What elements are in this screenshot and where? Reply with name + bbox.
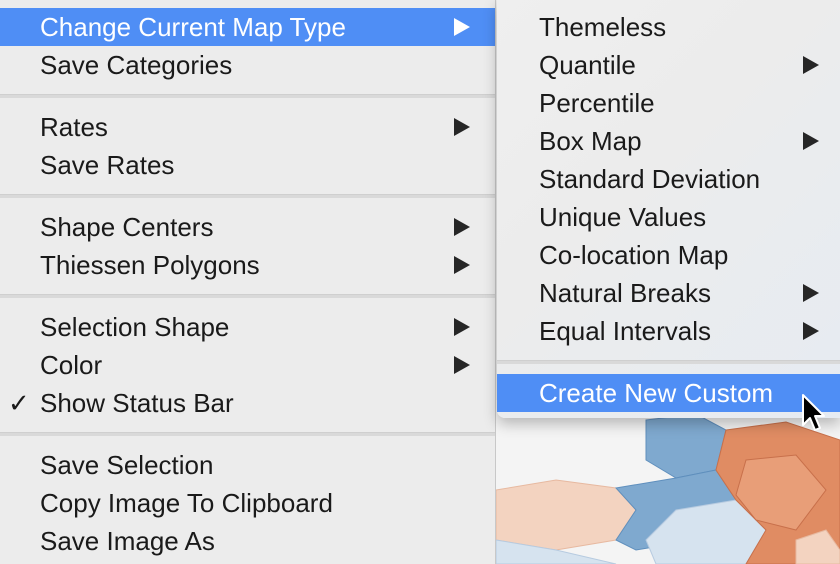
menu-item-label: Unique Values (539, 202, 707, 232)
context-menu: Change Current Map Type Save Categories … (0, 0, 496, 564)
menu-item-label: Change Current Map Type (40, 12, 346, 42)
check-icon: ✓ (8, 388, 30, 418)
menu-item-save-rates[interactable]: Save Rates (0, 146, 495, 184)
chevron-right-icon (452, 346, 472, 384)
menu-item-label: Thiessen Polygons (40, 250, 260, 280)
chevron-right-icon (452, 208, 472, 246)
menu-item-label: Show Status Bar (40, 388, 234, 418)
menu-item-label: Save Categories (40, 50, 233, 80)
menu-item-color[interactable]: Color (0, 346, 495, 384)
menu-item-label: Percentile (539, 88, 655, 118)
submenu-item-quantile[interactable]: Quantile (497, 46, 840, 84)
menu-item-label: Save Selection (40, 450, 214, 480)
choropleth-map (496, 400, 840, 564)
chevron-right-icon (801, 312, 821, 350)
menu-item-label: Co-location Map (539, 240, 729, 270)
menu-item-save-selection[interactable]: Save Selection (0, 446, 495, 484)
menu-separator (497, 360, 840, 364)
menu-item-save-image-as[interactable]: Save Image As (0, 522, 495, 560)
menu-item-label: Color (40, 350, 103, 380)
menu-item-thiessen-polygons[interactable]: Thiessen Polygons (0, 246, 495, 284)
menu-item-selection-shape[interactable]: Selection Shape (0, 308, 495, 346)
menu-item-label: Copy Image To Clipboard (40, 488, 333, 518)
submenu-item-create-new-custom[interactable]: Create New Custom (497, 374, 840, 412)
submenu-item-natural-breaks[interactable]: Natural Breaks (497, 274, 840, 312)
submenu-item-box-map[interactable]: Box Map (497, 122, 840, 160)
chevron-right-icon (452, 8, 472, 46)
mouse-pointer-icon (802, 394, 825, 431)
menu-separator (0, 194, 495, 198)
menu-item-label: Create New Custom (539, 378, 774, 408)
menu-separator (0, 432, 495, 436)
map-background (496, 400, 840, 564)
chevron-right-icon (801, 274, 821, 312)
menu-item-change-current-map-type[interactable]: Change Current Map Type (0, 8, 495, 46)
submenu-item-equal-intervals[interactable]: Equal Intervals (497, 312, 840, 350)
menu-item-label: Themeless (539, 12, 667, 42)
menu-item-save-categories[interactable]: Save Categories (0, 46, 495, 84)
menu-item-label: Natural Breaks (539, 278, 711, 308)
submenu-item-themeless[interactable]: Themeless (497, 8, 840, 46)
menu-item-label: Save Rates (40, 150, 175, 180)
menu-item-label: Quantile (539, 50, 636, 80)
menu-item-label: Equal Intervals (539, 316, 711, 346)
menu-item-rates[interactable]: Rates (0, 108, 495, 146)
chevron-right-icon (801, 46, 821, 84)
submenu-item-unique-values[interactable]: Unique Values (497, 198, 840, 236)
menu-item-copy-image-to-clipboard[interactable]: Copy Image To Clipboard (0, 484, 495, 522)
menu-item-show-status-bar[interactable]: ✓ Show Status Bar (0, 384, 495, 422)
context-menu-screen: Change Current Map Type Save Categories … (0, 0, 840, 564)
menu-item-label: Save Image As (40, 526, 215, 556)
menu-separator (0, 294, 495, 298)
chevron-right-icon (801, 122, 821, 160)
menu-separator (0, 94, 495, 98)
chevron-right-icon (452, 246, 472, 284)
menu-item-label: Box Map (539, 126, 642, 156)
menu-item-label: Selection Shape (40, 312, 230, 342)
submenu-map-type: Themeless Quantile Percentile Box Map St… (497, 0, 840, 418)
menu-item-label: Shape Centers (40, 212, 214, 242)
menu-item-label: Rates (40, 112, 108, 142)
chevron-right-icon (452, 308, 472, 346)
submenu-item-percentile[interactable]: Percentile (497, 84, 840, 122)
menu-item-shape-centers[interactable]: Shape Centers (0, 208, 495, 246)
submenu-item-standard-deviation[interactable]: Standard Deviation (497, 160, 840, 198)
chevron-right-icon (452, 108, 472, 146)
menu-item-label: Standard Deviation (539, 164, 761, 194)
submenu-item-co-location-map[interactable]: Co-location Map (497, 236, 840, 274)
